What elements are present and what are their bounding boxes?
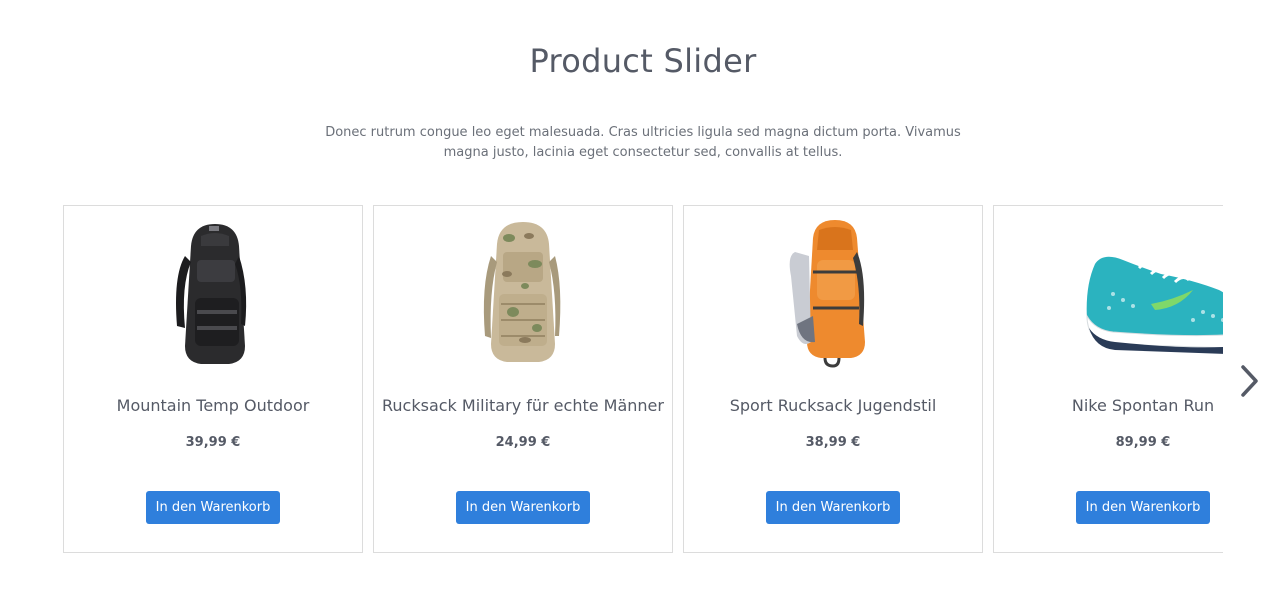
product-price: 39,99 €: [185, 435, 241, 450]
product-card[interactable]: Sport Rucksack Jugendstil 38,99 € In den…: [683, 205, 983, 553]
product-card[interactable]: Mountain Temp Outdoor 39,99 € In den War…: [63, 205, 363, 553]
product-price: 89,99 €: [1115, 435, 1171, 450]
chevron-right-icon: [1241, 365, 1258, 397]
add-to-cart-button[interactable]: In den Warenkorb: [456, 491, 590, 524]
camo-backpack-image: [483, 222, 561, 362]
product-name[interactable]: Rucksack Military für echte Männer: [374, 396, 672, 415]
product-price: 24,99 €: [495, 435, 551, 450]
add-to-cart-button[interactable]: In den Warenkorb: [146, 491, 280, 524]
section-description: Donec rutrum congue leo eget malesuada. …: [325, 125, 961, 160]
product-name[interactable]: Nike Spontan Run: [994, 396, 1223, 415]
product-card[interactable]: Nike Spontan Run 89,99 € In den Warenkor…: [993, 205, 1223, 553]
product-image-camo-backpack[interactable]: [374, 216, 672, 376]
product-image-teal-running-shoe[interactable]: [994, 216, 1223, 376]
product-card[interactable]: Rucksack Military für echte Männer 24,99…: [373, 205, 673, 553]
black-backpack-image: [176, 224, 247, 364]
slider-viewport: Mountain Temp Outdoor 39,99 € In den War…: [63, 205, 1223, 554]
slider-next-button[interactable]: [1234, 362, 1264, 400]
product-slider-section: Product Slider Donec rutrum congue leo e…: [0, 0, 1286, 597]
product-name[interactable]: Sport Rucksack Jugendstil: [684, 396, 982, 415]
product-image-orange-backpack[interactable]: [684, 216, 982, 376]
product-image-black-backpack[interactable]: [64, 216, 362, 376]
section-title: Product Slider: [529, 42, 757, 80]
add-to-cart-button[interactable]: In den Warenkorb: [1076, 491, 1210, 524]
teal-running-shoe-image: [1086, 256, 1223, 354]
product-price: 38,99 €: [805, 435, 861, 450]
add-to-cart-button[interactable]: In den Warenkorb: [766, 491, 900, 524]
orange-backpack-image: [789, 220, 865, 368]
product-name[interactable]: Mountain Temp Outdoor: [64, 396, 362, 415]
